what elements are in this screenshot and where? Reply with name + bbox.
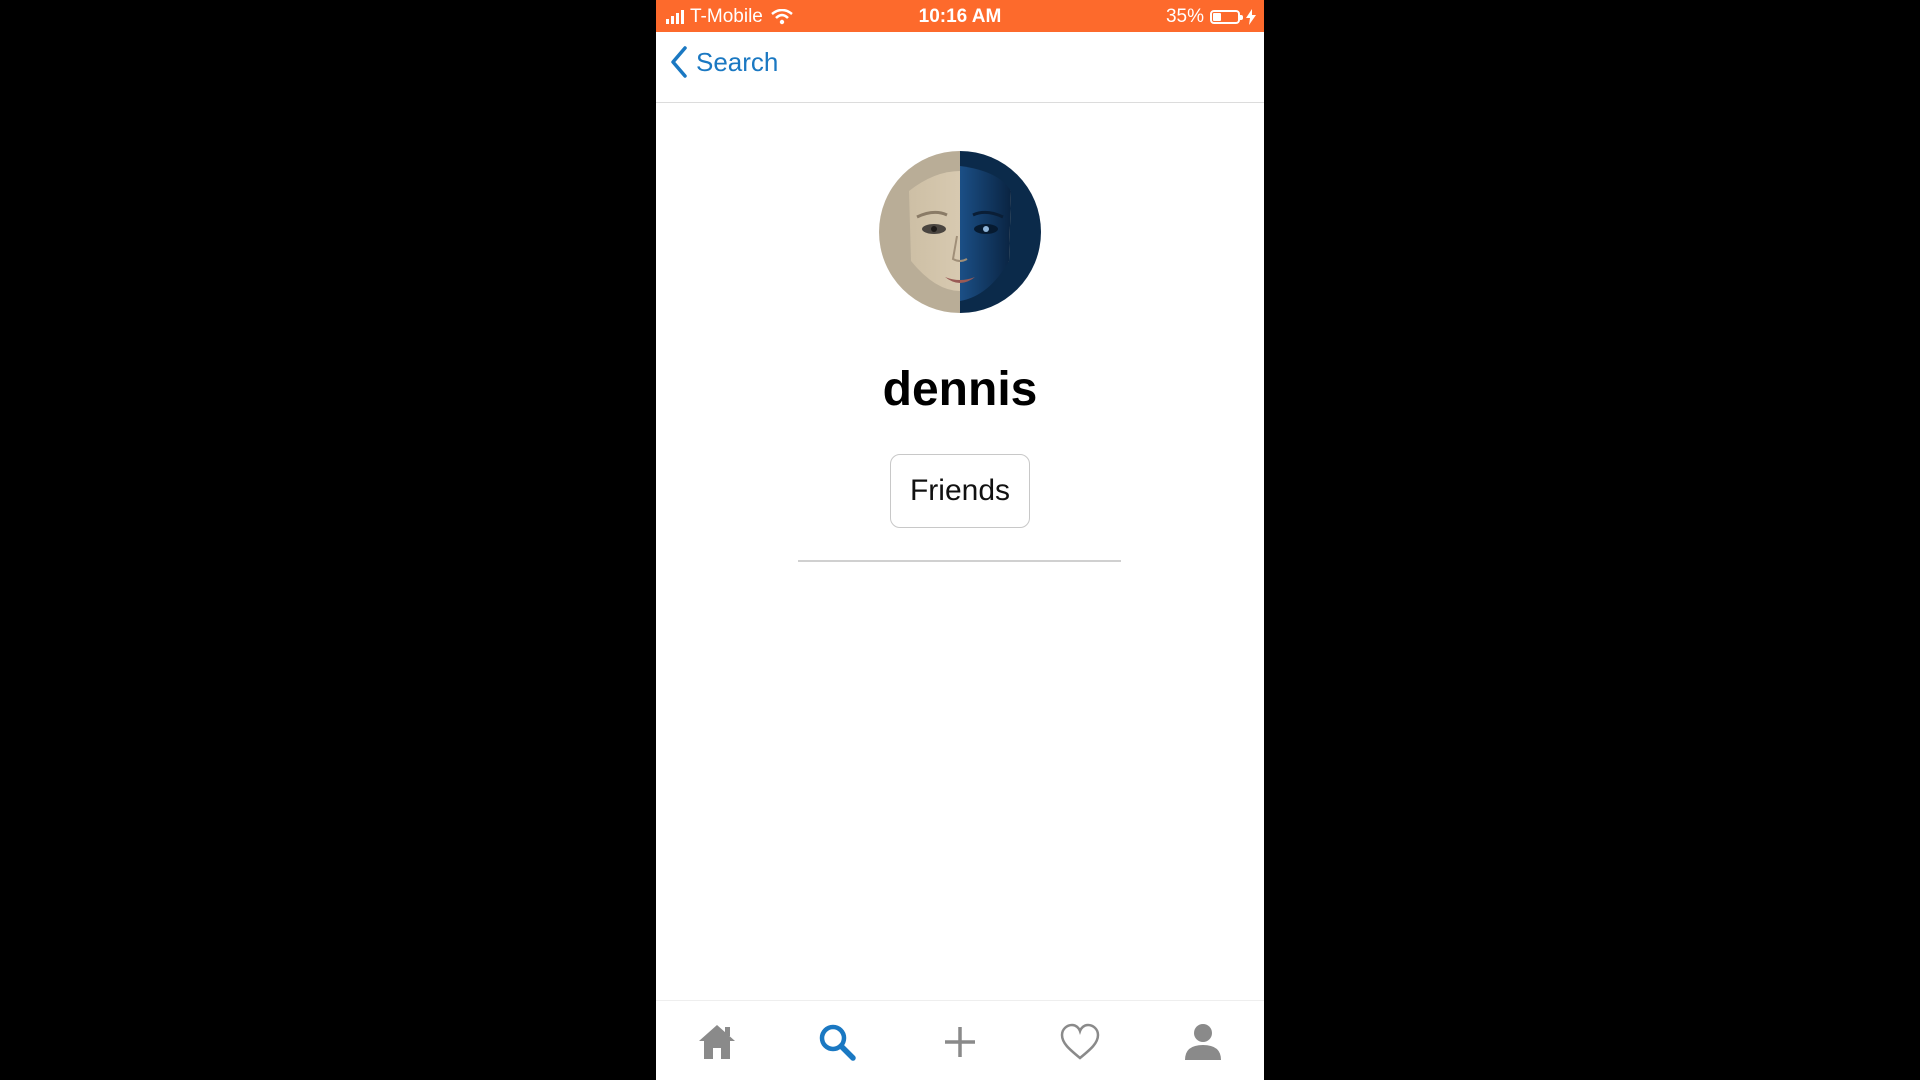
tab-profile[interactable]: [1173, 1017, 1233, 1067]
divider: [798, 560, 1121, 562]
back-label: Search: [696, 46, 779, 77]
tab-bar: [656, 1000, 1264, 1080]
status-right: 35%: [1166, 6, 1256, 28]
friends-button[interactable]: Friends: [890, 454, 1030, 528]
charging-bolt-icon: [1246, 9, 1256, 25]
search-icon: [819, 1024, 856, 1061]
battery-icon: [1210, 10, 1243, 24]
tab-add[interactable]: [930, 1017, 990, 1067]
tab-home[interactable]: [687, 1017, 747, 1067]
back-button[interactable]: Search: [670, 46, 778, 78]
chevron-left-icon: [671, 46, 687, 78]
avatar: [879, 151, 1041, 313]
person-icon: [1185, 1024, 1221, 1060]
profile-photo: [879, 151, 1041, 313]
profile-username: dennis: [882, 363, 1038, 416]
tab-activity[interactable]: [1050, 1017, 1110, 1067]
plus-icon: [945, 1027, 975, 1057]
heart-icon: [1060, 1023, 1100, 1060]
tab-search[interactable]: [807, 1017, 867, 1067]
status-bar: T-Mobile 10:16 AM 35%: [656, 0, 1264, 32]
battery-level: [1213, 13, 1221, 21]
battery-percent: 35%: [1165, 6, 1204, 27]
home-icon: [699, 1025, 735, 1059]
phone-screen: T-Mobile 10:16 AM 35% Search dennis Frie…: [656, 0, 1264, 1080]
navigation-bar: Search: [656, 32, 1264, 103]
